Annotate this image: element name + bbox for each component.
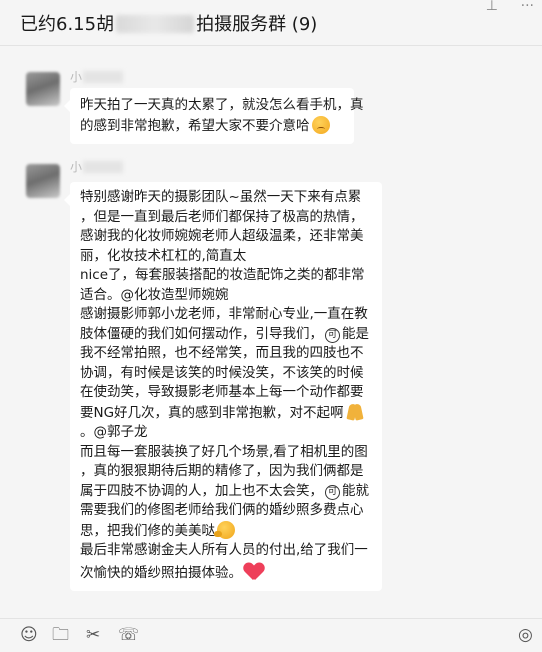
chat-title-prefix: 已约6.15胡 — [20, 14, 115, 35]
message-line: 最后非常感谢金夫人所有人员的付出,给了我们一 — [80, 542, 368, 558]
message-line: 思，把我们修的美美哒 — [80, 522, 215, 539]
message-line: 需要我们的修图老师给我们俩的婚纱照多费点心 — [80, 502, 364, 518]
message-bubble[interactable]: 特别感谢昨天的摄影团队~虽然一天下来有点累 ，但是一直到最后老师们都保持了极高的… — [64, 182, 382, 591]
more-icon[interactable]: ··· — [521, 0, 534, 14]
message-line: 能就 — [342, 482, 369, 499]
message-line: 丽，化妆技术杠杠的,简直太 — [80, 247, 247, 264]
message-line: ，但是一直到最后老师们都保持了极高的热情， — [80, 208, 364, 225]
chat-title-suffix: 拍摄服务群 (9) — [196, 14, 318, 35]
blurred-name — [116, 15, 195, 33]
pin-icon[interactable]: ⊥ — [486, 0, 498, 14]
circled-char: 可 — [325, 327, 340, 343]
voice-call-icon[interactable]: ◎ — [518, 625, 533, 645]
message-line-wrapper: 属于四肢不协调的人，加上也不太会笑，可能就 — [80, 482, 372, 502]
message-line: 而且每一套服装换了好几个场景,看了相机里的图 — [80, 443, 368, 460]
message-line: 在使劲笑，导致摄影老师基本上每一个动作都要 — [80, 384, 364, 400]
message-line: 肢体僵硬的我们如何摆动作，引导我们， — [80, 325, 323, 342]
folder-icon[interactable]: 🗀 — [52, 625, 69, 645]
message-bubble[interactable]: 昨天拍了一天真的太累了，就没怎么看手机，真 的感到非常抱歉，希望大家不要介意哈 — [64, 88, 364, 144]
blurred-sender — [83, 161, 124, 173]
message-line: 协调，有时候是该笑的时候没笑，不该笑的时候 — [80, 364, 364, 381]
message-line: 的感到非常抱歉，希望大家不要介意哈 — [80, 117, 310, 134]
message-line: 适合。@化妆造型师婉婉 — [80, 286, 229, 303]
message-line-wrapper: 思，把我们修的美美哒 — [80, 520, 372, 542]
scissors-icon[interactable]: ✂ — [86, 625, 100, 645]
chat-bubble-icon[interactable]: ☏ — [118, 625, 139, 645]
message-line-wrapper: 要NG好几次，真的感到非常抱歉，对不起啊 — [80, 403, 372, 424]
sender-name-text: 小 — [70, 160, 83, 174]
circled-char: 可 — [325, 484, 340, 500]
message-line: 我不经常拍照，也不经常笑，而且我的四肢也不 — [80, 345, 364, 361]
message-line: 要NG好几次，真的感到非常抱歉，对不起啊 — [80, 404, 344, 421]
sender-name: 小 — [70, 68, 124, 85]
emoji-icon[interactable]: ☺ — [20, 625, 38, 645]
heart-icon — [244, 561, 264, 581]
message-line: 昨天拍了一天真的太累了，就没怎么看手机，真 — [80, 97, 364, 113]
blurred-sender — [83, 71, 124, 83]
input-toolbar: ☺ 🗀 ✂ ☏ ◎ — [0, 618, 542, 652]
message-line: nice了，每套服装搭配的妆造配饰之类的都非常 — [80, 267, 365, 283]
message-line: 。@郭子龙 — [80, 424, 148, 440]
sad-face-icon — [311, 115, 330, 134]
avatar[interactable] — [26, 164, 60, 198]
message-line-wrapper: 肢体僵硬的我们如何摆动作，引导我们，可能是 — [80, 325, 372, 345]
avatar[interactable] — [26, 72, 60, 106]
sender-name-text: 小 — [70, 70, 83, 84]
message-line-wrapper: 的感到非常抱歉，希望大家不要介意哈 — [80, 115, 344, 137]
message-line: 感谢我的化妆师婉婉老师人超级温柔，还非常美 — [80, 228, 364, 244]
message-line: 属于四肢不协调的人，加上也不太会笑， — [80, 482, 323, 499]
chat-title[interactable]: 已约6.15胡 拍摄服务群 (9) — [20, 10, 317, 36]
message-line: ，真的狠狠期待后期的精修了，因为我们俩都是 — [80, 463, 364, 479]
message-line: 能是 — [342, 325, 369, 342]
sender-name: 小 — [70, 158, 124, 175]
praying-hands-icon — [346, 403, 364, 421]
chat-header: 已约6.15胡 拍摄服务群 (9) ⊥ ··· — [0, 0, 542, 46]
message-line: 次愉快的婚纱照拍摄体验。 — [80, 564, 242, 581]
thinking-face-icon — [214, 520, 235, 539]
message-line: 感谢摄影师郭小龙老师，非常耐心专业,一直在教 — [80, 306, 368, 322]
message-line-wrapper: 次愉快的婚纱照拍摄体验。 — [80, 561, 372, 584]
message-line: 特别感谢昨天的摄影团队~虽然一天下来有点累 — [80, 189, 362, 205]
